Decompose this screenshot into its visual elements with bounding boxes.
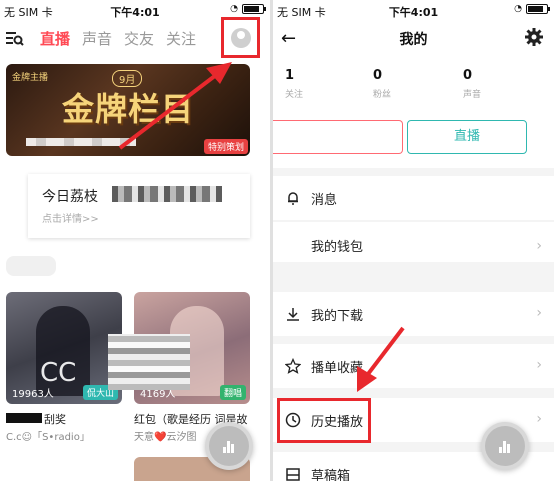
home-screen: 无 SIM 卡 下午4:01 ◔ 直播 声音 交友 关注 金牌主播 9月 金牌栏…: [0, 0, 270, 481]
profile-screen: 无 SIM 卡 下午4:01 ◔ ← 我的 1 关注 0 粉丝 0 声音 直播 …: [273, 0, 554, 481]
annotation-arrow: [357, 326, 405, 392]
annotation-arrow: [118, 62, 232, 150]
